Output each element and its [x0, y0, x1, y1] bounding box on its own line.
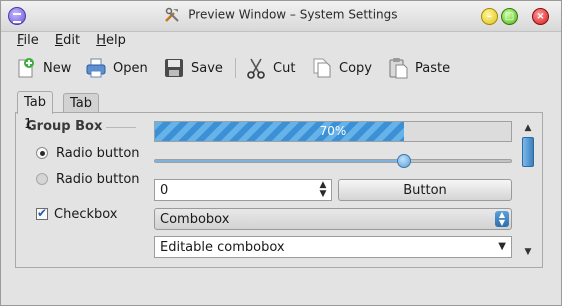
- floppy-disk-icon: [165, 59, 183, 77]
- vertical-scrollbar[interactable]: ▲ ▼: [520, 121, 536, 259]
- radio-indicator-disabled[interactable]: [36, 173, 48, 185]
- window-title: Preview Window – System Settings: [188, 7, 398, 22]
- toolbar-separator: [235, 58, 236, 78]
- minimize-button[interactable]: –: [481, 8, 498, 25]
- radio-button-1-label: Radio button: [56, 145, 140, 161]
- editable-combobox[interactable]: Editable combobox ▼: [154, 236, 512, 258]
- paste-button[interactable]: Paste: [387, 55, 450, 81]
- menu-file[interactable]: File: [11, 31, 45, 50]
- open-button[interactable]: Open: [85, 55, 148, 81]
- menu-edit-mnemonic: E: [54, 33, 64, 48]
- radio-button-2-label: Radio button: [56, 171, 140, 187]
- tab-2[interactable]: Tab 2: [63, 93, 100, 130]
- spin-arrows[interactable]: ▲ ▼: [318, 181, 328, 199]
- paste-icon: [389, 58, 408, 79]
- tools-icon: [165, 7, 180, 22]
- menu-help-label: elp: [106, 33, 126, 48]
- checkbox[interactable]: Checkbox: [36, 204, 118, 224]
- spin-box[interactable]: 0 ▲ ▼: [154, 179, 332, 201]
- title-bar[interactable]: Preview Window – System Settings – □ ×: [1, 1, 561, 32]
- scroll-down-icon[interactable]: ▼: [520, 245, 536, 259]
- maximize-icon: □: [504, 10, 515, 22]
- maximize-button[interactable]: □: [501, 8, 518, 25]
- combobox-arrows-icon[interactable]: ▲ ▼: [495, 211, 509, 227]
- paste-label: Paste: [415, 60, 451, 76]
- cut-button[interactable]: Cut: [245, 55, 295, 81]
- new-document-icon: [18, 58, 34, 78]
- checkbox-label: Checkbox: [54, 206, 118, 222]
- spin-box-value: 0: [160, 183, 169, 198]
- open-label: Open: [113, 60, 148, 76]
- menu-edit[interactable]: Edit: [49, 31, 86, 50]
- checkbox-indicator[interactable]: [36, 206, 48, 220]
- menu-bar: File Edit Help: [11, 31, 132, 53]
- preview-window: Preview Window – System Settings – □ × F…: [0, 0, 562, 306]
- push-button-label: Button: [403, 182, 447, 198]
- close-icon: ×: [536, 10, 545, 22]
- radio-button-2[interactable]: Radio button: [36, 169, 140, 189]
- scroll-up-icon[interactable]: ▲: [520, 121, 536, 135]
- radio-indicator-checked[interactable]: [36, 147, 48, 159]
- copy-button[interactable]: Copy: [311, 55, 372, 81]
- new-label: New: [43, 60, 72, 76]
- menu-help-mnemonic: H: [96, 33, 107, 48]
- cut-label: Cut: [273, 60, 296, 76]
- scroll-thumb[interactable]: [522, 137, 534, 167]
- push-button[interactable]: Button: [338, 179, 512, 201]
- window-title-wrap: Preview Window – System Settings: [1, 7, 561, 23]
- slider[interactable]: [154, 154, 512, 168]
- minimize-icon: –: [487, 10, 492, 22]
- slider-handle[interactable]: [397, 154, 412, 168]
- menu-file-label: ile: [23, 33, 39, 48]
- combobox[interactable]: Combobox ▲ ▼: [154, 208, 512, 230]
- group-box-line: [106, 127, 136, 128]
- editable-combobox-value: Editable combobox: [160, 240, 285, 255]
- progress-text: 70%: [319, 124, 347, 138]
- chevron-down-icon[interactable]: ▼: [498, 241, 506, 252]
- tab-1[interactable]: Tab 1: [17, 91, 54, 132]
- group-box-title: Group Box: [26, 119, 103, 134]
- scissors-icon: [247, 58, 265, 79]
- menu-help[interactable]: Help: [90, 31, 132, 50]
- save-button[interactable]: Save: [163, 55, 223, 81]
- combobox-value: Combobox: [160, 212, 230, 227]
- close-button[interactable]: ×: [532, 8, 549, 25]
- copy-label: Copy: [339, 60, 372, 76]
- printer-icon: [86, 58, 106, 78]
- copy-icon: [313, 58, 331, 78]
- radio-button-1[interactable]: Radio button: [36, 143, 140, 163]
- tab-content-pane: Group Box Radio button Radio button Chec…: [15, 112, 543, 268]
- menu-edit-label: dit: [63, 33, 81, 48]
- save-label: Save: [191, 60, 223, 76]
- slider-fill: [155, 160, 405, 162]
- new-button[interactable]: New: [15, 55, 71, 81]
- spin-down-icon[interactable]: ▼: [318, 190, 328, 199]
- progress-bar: 70%: [154, 121, 512, 142]
